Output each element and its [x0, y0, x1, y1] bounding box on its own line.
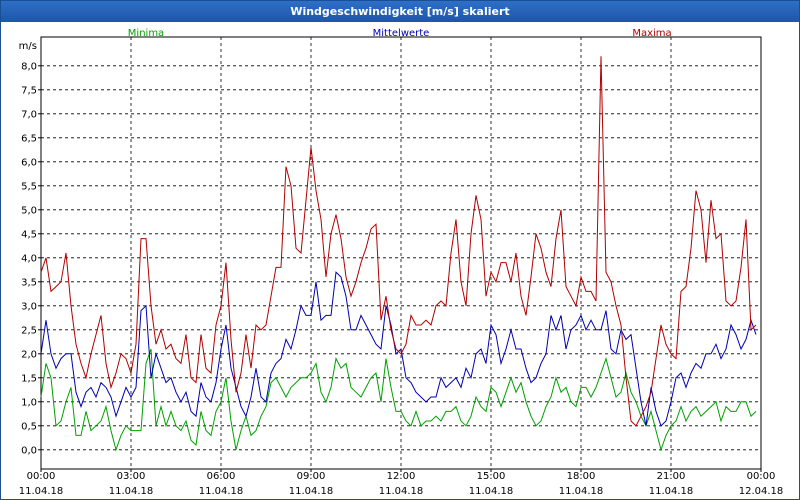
x-tick-time: 18:00	[567, 471, 596, 482]
y-tick-label: 4,0	[21, 253, 37, 264]
y-tick-label: 8,0	[21, 61, 37, 72]
y-tick-label: 0,0	[21, 445, 37, 456]
x-tick-date: 11.04.18	[469, 486, 514, 497]
chart-area: 0,0 0,5 1,0 1,5 2,0 2,5 3,0 3,5 4,0 4,5 5,0 5,5 6,0 6…	[19, 28, 784, 497]
x-tick-date: 12.04.18	[739, 486, 784, 497]
x-tick-time: 09:00	[297, 471, 326, 482]
legend-mittelwerte: Mittelwerte	[373, 28, 430, 39]
legend-maxima: Maxima	[632, 28, 671, 39]
y-tick-label: 2,0	[21, 349, 37, 360]
x-tick-date: 11.04.18	[649, 486, 694, 497]
y-tick-label: 2,5	[21, 325, 37, 336]
chart-window: Windgeschwindigkeit [m/s] skaliert 0,0 0,…	[0, 0, 800, 500]
x-tick-date: 11.04.18	[379, 486, 424, 497]
y-tick-label: 5,0	[21, 205, 37, 216]
x-tick-date: 11.04.18	[109, 486, 154, 497]
x-tick-date: 11.04.18	[199, 486, 244, 497]
x-tick-date: 11.04.18	[289, 486, 334, 497]
x-tick-time: 03:00	[117, 471, 146, 482]
y-tick-label: 3,0	[21, 301, 37, 312]
x-tick-date: 11.04.18	[19, 486, 64, 497]
y-tick-label: 1,0	[21, 397, 37, 408]
x-tick-time: 15:00	[477, 471, 506, 482]
y-tick-label: 7,0	[21, 109, 37, 120]
series-line-mittelwerte	[40, 271, 757, 427]
x-tick-time: 00:00	[27, 471, 56, 482]
y-tick-label: 7,5	[21, 85, 37, 96]
x-tick-time: 12:00	[387, 471, 416, 482]
x-tick-date: 11.04.18	[559, 486, 604, 497]
y-tick-label: 0,5	[21, 421, 37, 432]
x-tick-time: 06:00	[207, 471, 236, 482]
y-tick-label: 1,5	[21, 373, 37, 384]
y-tick-label: 4,5	[21, 229, 37, 240]
y-tick-label: 5,5	[21, 181, 37, 192]
y-axis-unit: m/s	[19, 41, 37, 52]
y-tick-label: 6,5	[21, 133, 37, 144]
x-tick-time: 00:00	[747, 471, 776, 482]
series-group	[40, 56, 757, 452]
y-tick-label: 6,0	[21, 157, 37, 168]
grid	[41, 37, 761, 469]
x-tick-time: 21:00	[657, 471, 686, 482]
window-title: Windgeschwindigkeit [m/s] skaliert	[1, 1, 799, 22]
y-tick-label: 3,5	[21, 277, 37, 288]
series-line-maxima	[40, 56, 757, 427]
legend-minima: Minima	[128, 28, 164, 39]
